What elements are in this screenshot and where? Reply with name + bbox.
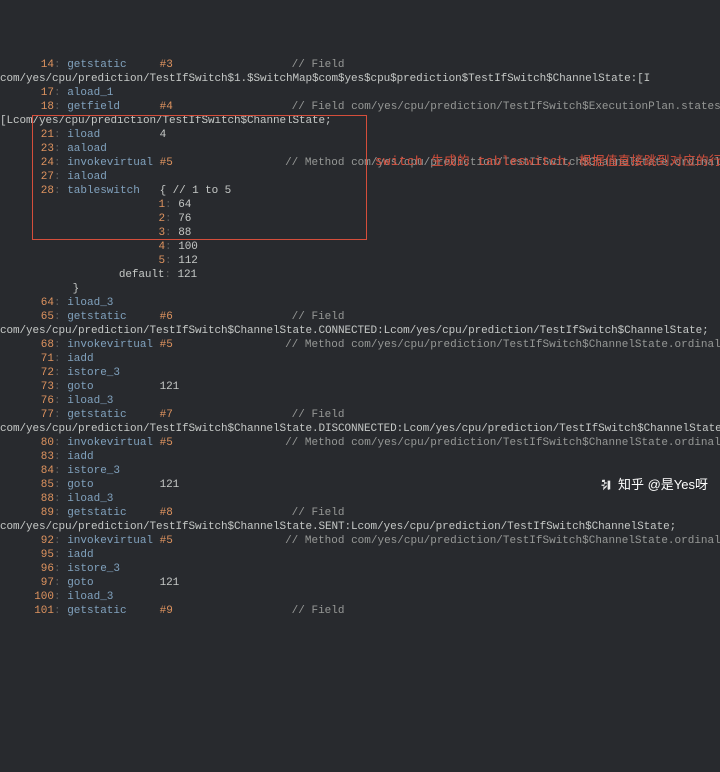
code-line: 17: aload_1 [0,86,720,100]
code-line: 65: getstatic #6 // Field [0,310,720,324]
switch-case: 2: 76 [0,212,720,226]
code-line: 23: aaload [0,142,720,156]
code-line: 83: iadd [0,450,720,464]
code-line: [Lcom/yes/cpu/prediction/TestIfSwitch$Ch… [0,114,720,128]
code-line: 92: invokevirtual #5 // Method com/yes/c… [0,534,720,548]
switch-case: 5: 112 [0,254,720,268]
code-line: 84: istore_3 [0,464,720,478]
code-line: com/yes/cpu/prediction/TestIfSwitch$Chan… [0,324,720,338]
switch-case: 3: 88 [0,226,720,240]
code-line: com/yes/cpu/prediction/TestIfSwitch$Chan… [0,422,720,436]
code-line: 68: invokevirtual #5 // Method com/yes/c… [0,338,720,352]
code-line: 27: iaload [0,170,720,184]
annotation-text: switch 生成的 tableswitch，根据值直接跳到对应的行执行 [375,155,720,169]
code-line: com/yes/cpu/prediction/TestIfSwitch$1.$S… [0,72,720,86]
switch-default: default: 121 [0,268,720,282]
code-line: 72: istore_3 [0,366,720,380]
code-line: 97: goto 121 [0,576,720,590]
code-line: 14: getstatic #3 // Field [0,58,720,72]
code-line: 77: getstatic #7 // Field [0,408,720,422]
switch-case: 4: 100 [0,240,720,254]
code-line: 73: goto 121 [0,380,720,394]
bytecode-listing: 14: getstatic #3 // Fieldcom/yes/cpu/pre… [0,56,720,618]
code-line: com/yes/cpu/prediction/TestIfSwitch$Chan… [0,520,720,534]
code-line: 88: iload_3 [0,492,720,506]
code-line: 96: istore_3 [0,562,720,576]
brace-close: } [0,282,720,296]
zhihu-icon [598,478,612,492]
watermark: 知乎 @是Yes呀 [598,478,708,492]
code-line: 101: getstatic #9 // Field [0,604,720,618]
code-line: 21: iload 4 [0,128,720,142]
code-line: 76: iload_3 [0,394,720,408]
watermark-text: 知乎 @是Yes呀 [618,478,708,492]
code-line: 18: getfield #4 // Field com/yes/cpu/pre… [0,100,720,114]
code-line: 71: iadd [0,352,720,366]
code-line: 64: iload_3 [0,296,720,310]
code-line: 95: iadd [0,548,720,562]
code-line: 28: tableswitch { // 1 to 5 [0,184,720,198]
switch-case: 1: 64 [0,198,720,212]
code-line: 89: getstatic #8 // Field [0,506,720,520]
code-line: 100: iload_3 [0,590,720,604]
code-line: 80: invokevirtual #5 // Method com/yes/c… [0,436,720,450]
